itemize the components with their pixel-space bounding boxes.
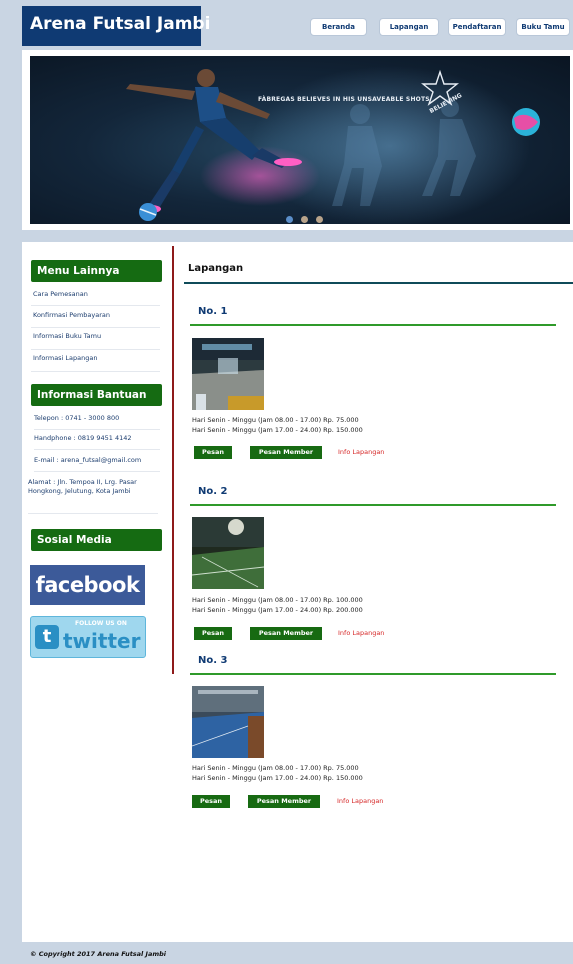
help-handphone: Handphone : 0819 9451 4142 — [34, 434, 160, 450]
info-lapangan-link-3[interactable]: Info Lapangan — [337, 795, 383, 808]
field-2-price-night: Hari Senin - Minggu (Jam 17.00 - 24.00) … — [192, 606, 363, 614]
field-title-2: No. 2 — [198, 486, 228, 497]
carousel-dots — [286, 208, 326, 224]
field-1-price-day: Hari Senin - Minggu (Jam 08.00 - 17.00) … — [192, 416, 359, 424]
pesan-button-3[interactable]: Pesan — [192, 795, 230, 808]
nav-beranda[interactable]: Beranda — [310, 18, 367, 36]
sidebar-divider — [172, 246, 174, 674]
field-underline-3 — [190, 673, 556, 675]
site-title[interactable]: Arena Futsal Jambi — [22, 6, 210, 46]
menu-lainnya-header: Menu Lainnya — [31, 260, 162, 282]
field-underline-1 — [190, 324, 556, 326]
informasi-bantuan-header: Informasi Bantuan — [31, 384, 162, 406]
help-email: E-mail : arena_futsal@gmail.com — [34, 456, 160, 472]
nav-lapangan[interactable]: Lapangan — [379, 18, 439, 36]
footer-copyright: © Copyright 2017 Arena Futsal Jambi — [30, 950, 167, 958]
field-photo-1 — [192, 338, 264, 410]
field-title-1: No. 1 — [198, 306, 228, 317]
field-underline-2 — [190, 504, 556, 506]
twitter-bird-icon: t — [35, 625, 59, 649]
twitter-follow-label: FOLLOW US ON — [75, 620, 127, 627]
nav-pendaftaran[interactable]: Pendaftaran — [448, 18, 506, 36]
pesan-member-button-1[interactable]: Pesan Member — [250, 446, 322, 459]
content-area: Menu Lainnya Cara Pemesanan Konfirmasi P… — [22, 242, 573, 942]
info-lapangan-link-2[interactable]: Info Lapangan — [338, 627, 384, 640]
pesan-button-1[interactable]: Pesan — [194, 446, 232, 459]
menu-item-cara-pemesanan[interactable]: Cara Pemesanan — [31, 288, 160, 306]
twitter-logo[interactable]: t FOLLOW US ON twitter — [30, 616, 146, 658]
field-photo-2 — [192, 517, 264, 589]
banner-tagline: FÀBREGAS BELIEVES IN HIS UNSAVEABLE SHOT… — [258, 96, 430, 103]
field-2-price-day: Hari Senin - Minggu (Jam 08.00 - 17.00) … — [192, 596, 363, 604]
field-3-price-night: Hari Senin - Minggu (Jam 17.00 - 24.00) … — [192, 774, 363, 782]
facebook-logo[interactable]: facebook — [30, 565, 145, 605]
menu-item-informasi-lapangan[interactable]: Informasi Lapangan — [31, 352, 160, 372]
carousel-dot-3[interactable] — [316, 216, 324, 223]
field-3-price-day: Hari Senin - Minggu (Jam 08.00 - 17.00) … — [192, 764, 359, 772]
header: Arena Futsal Jambi Beranda Lapangan Pend… — [22, 6, 573, 46]
menu-item-informasi-buku-tamu[interactable]: Informasi Buku Tamu — [31, 330, 160, 350]
banner-frame: FÀBREGAS BELIEVES IN HIS UNSAVEABLE SHOT… — [22, 50, 573, 230]
pesan-member-button-2[interactable]: Pesan Member — [250, 627, 322, 640]
sosial-media-header: Sosial Media — [31, 529, 162, 551]
help-alamat: Alamat : Jln. Tempoa II, Lrg. Pasar Hong… — [28, 478, 158, 514]
pesan-button-2[interactable]: Pesan — [194, 627, 232, 640]
page-title-underline — [184, 282, 573, 284]
menu-item-konfirmasi-pembayaran[interactable]: Konfirmasi Pembayaran — [31, 308, 160, 328]
carousel-dot-2[interactable] — [301, 216, 309, 223]
banner-image: FÀBREGAS BELIEVES IN HIS UNSAVEABLE SHOT… — [30, 56, 570, 224]
carousel-dot-1[interactable] — [286, 216, 293, 223]
field-title-3: No. 3 — [198, 655, 228, 666]
banner-artwork — [126, 66, 540, 224]
help-telepon: Telepon : 0741 - 3000 800 — [34, 414, 160, 430]
nav-buku-tamu[interactable]: Buku Tamu — [516, 18, 570, 36]
page-title: Lapangan — [188, 263, 244, 274]
pesan-member-button-3[interactable]: Pesan Member — [248, 795, 320, 808]
twitter-wordmark: twitter — [63, 629, 141, 653]
field-photo-3 — [192, 686, 264, 758]
field-1-price-night: Hari Senin - Minggu (Jam 17.00 - 24.00) … — [192, 426, 363, 434]
info-lapangan-link-1[interactable]: Info Lapangan — [338, 446, 384, 459]
